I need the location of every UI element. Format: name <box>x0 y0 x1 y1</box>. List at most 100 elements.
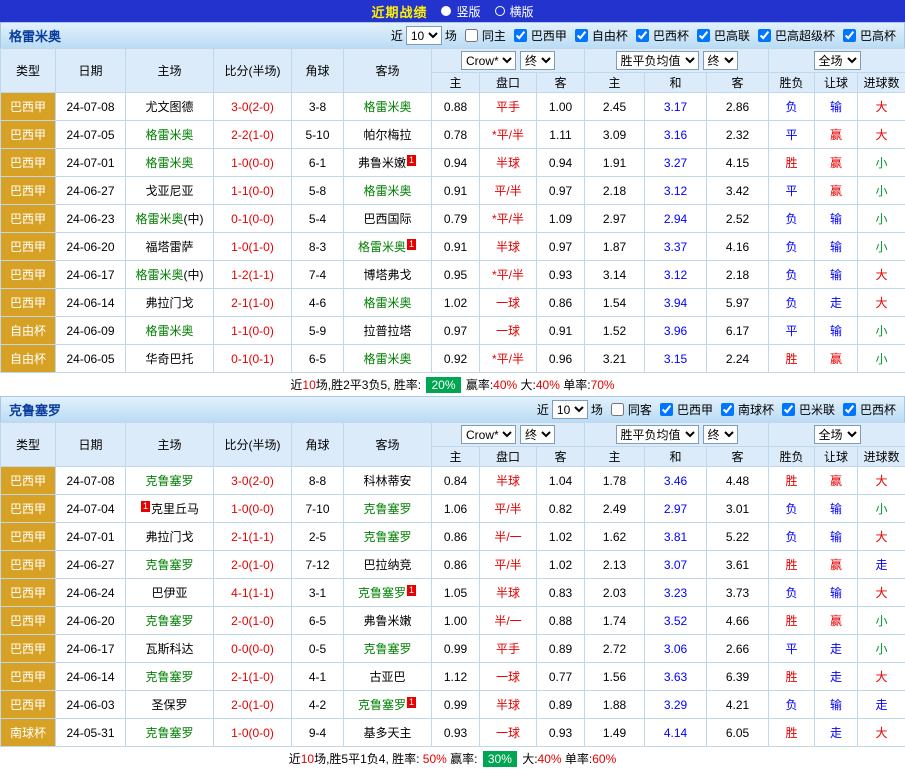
cell-away-team: 克鲁塞罗 <box>344 635 432 663</box>
cell-euro-draw: 3.29 <box>645 691 707 719</box>
league-checkbox[interactable] <box>843 403 856 416</box>
cell-score: 0-0(0-0) <box>214 635 292 663</box>
bookmaker-select[interactable]: Crow* <box>461 51 516 70</box>
team-name-text: 华奇巴托 <box>145 352 193 366</box>
col-goals: 进球数 <box>858 447 905 467</box>
cell-result-wdl: 平 <box>769 317 815 345</box>
team-name-text: 格雷米奥 <box>135 268 183 282</box>
cell-home-team: 格雷米奥(中) <box>126 205 214 233</box>
cell-euro-away: 3.61 <box>707 551 769 579</box>
cell-result-goals: 大 <box>858 523 905 551</box>
cell-euro-away: 6.17 <box>707 317 769 345</box>
filters: 近10场同主巴西甲自由杯巴西杯巴高联巴高超级杯巴高杯 <box>391 26 896 45</box>
cell-home-team: 1克里丘马 <box>126 495 214 523</box>
league-checkbox[interactable] <box>636 29 649 42</box>
cell-corners: 6-5 <box>292 345 344 373</box>
col-handicap-result: 让球 <box>815 447 858 467</box>
page-title: 近期战绩 <box>371 2 427 21</box>
final-asia-select[interactable]: 终 <box>520 51 555 70</box>
cell-euro-draw: 4.14 <box>645 719 707 747</box>
match-row: 巴西甲24-07-041克里丘马1-0(0-0)7-10克鲁塞罗1.06平/半0… <box>1 495 905 523</box>
cell-asia-home: 0.79 <box>432 205 480 233</box>
same-venue-checkbox[interactable] <box>465 29 478 42</box>
league-checkbox[interactable] <box>575 29 588 42</box>
cell-asia-handicap: 一球 <box>480 719 537 747</box>
scope-select[interactable]: 全场 <box>814 425 861 444</box>
cell-euro-home: 1.56 <box>585 663 645 691</box>
asia-odds-header: Crow*终 <box>432 423 585 447</box>
team-name-text: 格雷米奥 <box>145 324 193 338</box>
cell-asia-away: 0.97 <box>537 177 585 205</box>
result-header: 全场 <box>769 423 905 447</box>
same-venue-checkbox[interactable] <box>611 403 624 416</box>
cell-home-team: 克鲁塞罗 <box>126 467 214 495</box>
cell-league: 巴西甲 <box>1 495 56 523</box>
team-name-text: 弗拉门戈 <box>145 296 193 310</box>
cell-euro-away: 2.66 <box>707 635 769 663</box>
cell-score: 3-0(2-0) <box>214 467 292 495</box>
cell-result-handicap: 赢 <box>815 345 858 373</box>
cell-euro-away: 3.73 <box>707 579 769 607</box>
cell-away-team: 科林蒂安 <box>344 467 432 495</box>
team-name-text: 克鲁塞罗 <box>145 558 193 572</box>
page: 近期战绩 竖版 横版 格雷米奥 近10场同主巴西甲自由杯巴西杯巴高联巴高超级杯巴… <box>0 0 905 770</box>
col-asia-handicap: 盘口 <box>480 447 537 467</box>
cell-euro-draw: 3.06 <box>645 635 707 663</box>
layout-radio-vertical[interactable]: 竖版 <box>441 3 480 20</box>
cell-euro-draw: 3.46 <box>645 467 707 495</box>
cell-date: 24-07-05 <box>56 121 126 149</box>
cell-score: 4-1(1-1) <box>214 579 292 607</box>
cell-corners: 8-3 <box>292 233 344 261</box>
league-checkbox[interactable] <box>782 403 795 416</box>
cell-away-team: 弗鲁米嫩 <box>344 607 432 635</box>
league-checkbox[interactable] <box>758 29 771 42</box>
cell-euro-draw: 3.17 <box>645 93 707 121</box>
final-asia-select[interactable]: 终 <box>520 425 555 444</box>
col-goals: 进球数 <box>858 73 905 93</box>
cell-date: 24-06-17 <box>56 635 126 663</box>
near-count-select[interactable]: 10 <box>406 26 442 45</box>
scope-select[interactable]: 全场 <box>814 51 861 70</box>
league-checkbox[interactable] <box>843 29 856 42</box>
match-row: 南球杯24-05-31克鲁塞罗1-0(0-0)9-4基多天主0.93一球0.93… <box>1 719 905 747</box>
cell-corners: 2-5 <box>292 523 344 551</box>
league-checkbox[interactable] <box>514 29 527 42</box>
team-name-text: 格雷米奥 <box>145 128 193 142</box>
cell-asia-handicap: 半/一 <box>480 607 537 635</box>
near-count-select[interactable]: 10 <box>552 400 588 419</box>
europe-mean-select[interactable]: 胜平负均值 <box>616 425 699 444</box>
cell-score: 2-0(1-0) <box>214 551 292 579</box>
team-name-text: 帕尔梅拉 <box>363 128 411 142</box>
league-checkbox[interactable] <box>660 403 673 416</box>
cell-result-handicap: 赢 <box>815 551 858 579</box>
match-row: 巴西甲24-06-24巴伊亚4-1(1-1)3-1克鲁塞罗11.05半球0.83… <box>1 579 905 607</box>
match-row: 巴西甲24-06-23格雷米奥(中)0-1(0-0)5-4巴西国际0.79*平/… <box>1 205 905 233</box>
layout-radio-horizontal[interactable]: 横版 <box>495 3 534 20</box>
cell-date: 24-06-27 <box>56 177 126 205</box>
bookmaker-select[interactable]: Crow* <box>461 425 516 444</box>
record-summary: 近10场,胜2平3负5, 胜率: 20% 赢率:40% 大:40% 单率:70% <box>0 373 905 396</box>
cell-score: 2-1(1-1) <box>214 523 292 551</box>
summary-segment: 60% <box>592 752 616 766</box>
cell-away-team: 博塔弗戈 <box>344 261 432 289</box>
league-checkbox[interactable] <box>697 29 710 42</box>
cell-away-team: 克鲁塞罗1 <box>344 691 432 719</box>
team-name-text: 克鲁塞罗 <box>363 530 411 544</box>
final-europe-select[interactable]: 终 <box>703 425 738 444</box>
cell-asia-handicap: 平/半 <box>480 551 537 579</box>
cell-away-team: 基多天主 <box>344 719 432 747</box>
cell-asia-away: 1.02 <box>537 523 585 551</box>
cell-asia-away: 1.00 <box>537 93 585 121</box>
final-europe-select[interactable]: 终 <box>703 51 738 70</box>
cell-away-team: 弗鲁米嫩1 <box>344 149 432 177</box>
summary-segment: 大: <box>519 750 538 767</box>
cell-league: 巴西甲 <box>1 523 56 551</box>
league-checkbox[interactable] <box>721 403 734 416</box>
cell-result-handicap: 输 <box>815 579 858 607</box>
europe-mean-select[interactable]: 胜平负均值 <box>616 51 699 70</box>
cell-euro-away: 4.66 <box>707 607 769 635</box>
cell-asia-away: 0.82 <box>537 495 585 523</box>
cell-euro-away: 3.01 <box>707 495 769 523</box>
cell-league: 巴西甲 <box>1 261 56 289</box>
summary-segment: 50% <box>423 752 447 766</box>
